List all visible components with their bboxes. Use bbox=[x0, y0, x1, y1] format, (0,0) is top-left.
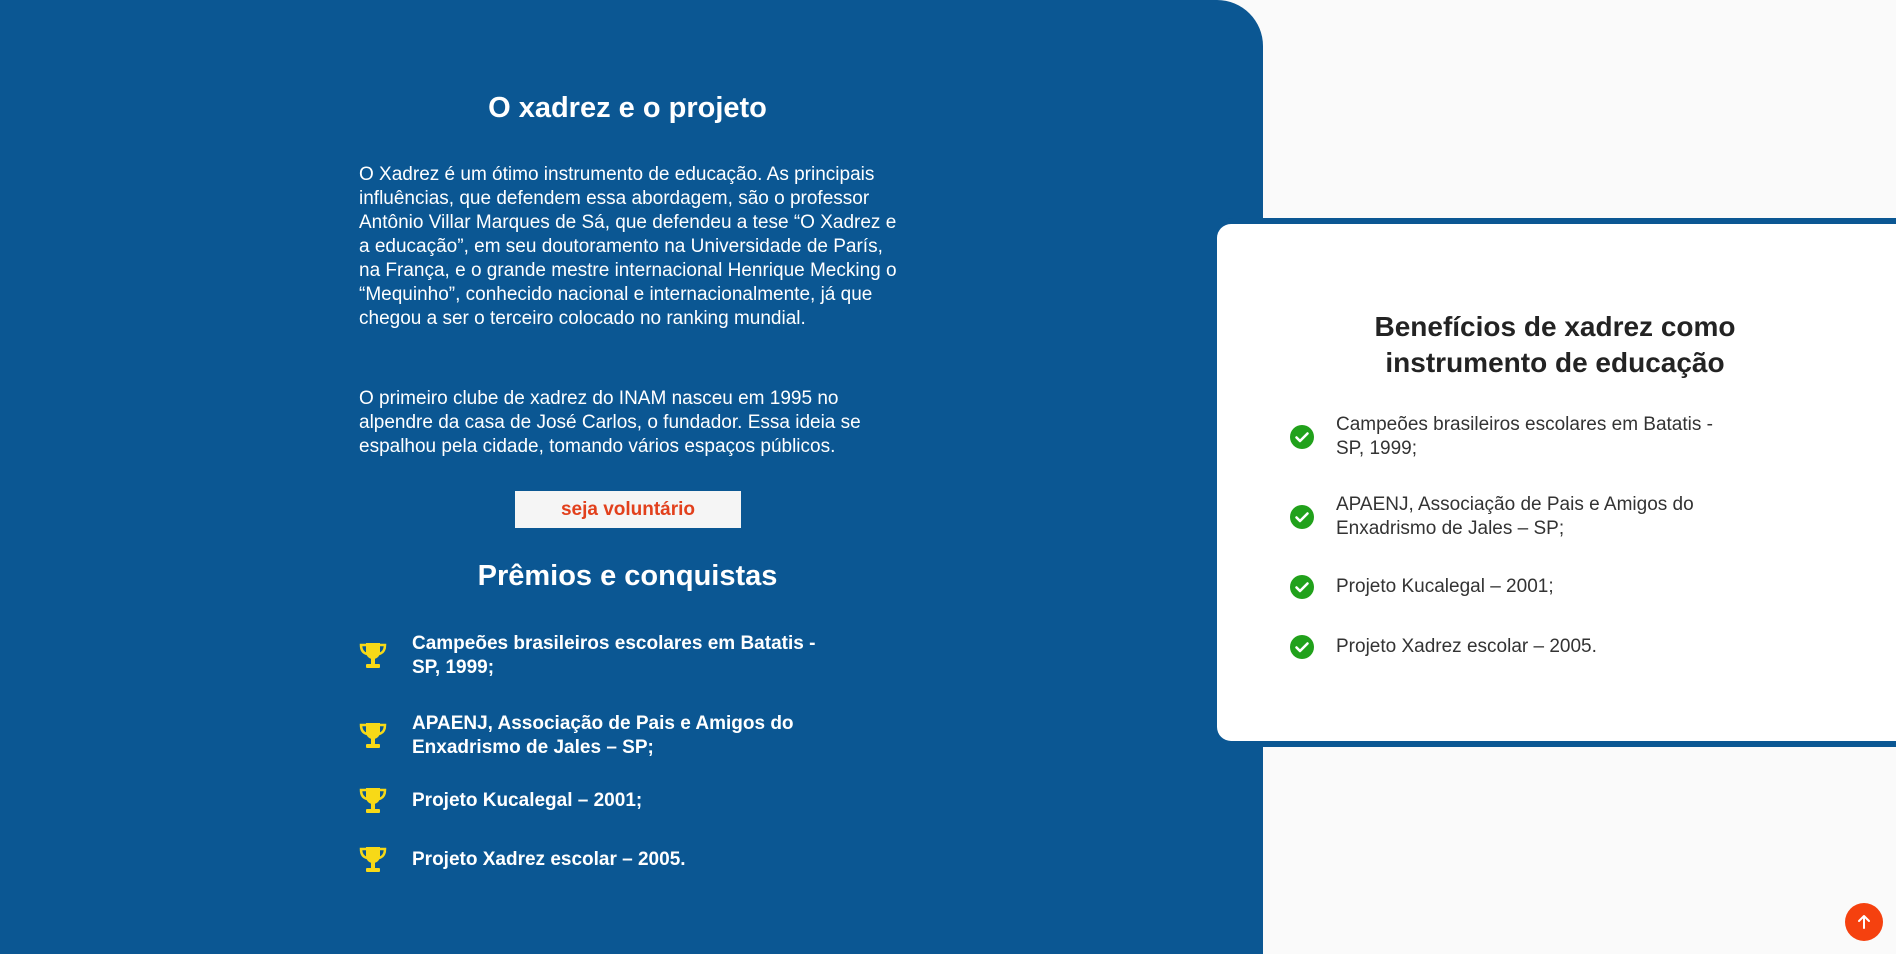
award-label: Projeto Kucalegal – 2001; bbox=[412, 790, 643, 811]
award-item: APAENJ, Associação de Pais e Amigos do E… bbox=[359, 712, 829, 760]
benefit-label: Projeto Xadrez escolar – 2005. bbox=[1336, 636, 1597, 657]
volunteer-button[interactable]: seja voluntário bbox=[515, 491, 741, 528]
check-circle-icon bbox=[1290, 635, 1314, 659]
trophy-icon bbox=[359, 847, 387, 872]
benefit-item: APAENJ, Associação de Pais e Amigos do E… bbox=[1289, 493, 1739, 541]
check-circle-icon bbox=[1290, 505, 1314, 529]
scroll-to-top-button[interactable] bbox=[1845, 903, 1883, 941]
trophy-icon bbox=[359, 788, 387, 813]
benefits-card-body bbox=[1217, 224, 1896, 741]
benefits-card bbox=[1217, 218, 1896, 747]
about-paragraph-1: O Xadrez é um ótimo instrumento de educa… bbox=[359, 164, 897, 329]
award-label: Campeões brasileiros escolares em Batati… bbox=[412, 633, 816, 678]
benefit-label: Campeões brasileiros escolares em Batati… bbox=[1336, 414, 1713, 459]
award-item: Campeões brasileiros escolares em Batati… bbox=[359, 632, 829, 680]
benefit-label: Projeto Kucalegal – 2001; bbox=[1336, 576, 1554, 597]
trophy-icon bbox=[359, 723, 387, 748]
about-title: O xadrez e o projeto bbox=[488, 92, 767, 124]
arrow-up-icon bbox=[1858, 915, 1870, 929]
benefit-item: Campeões brasileiros escolares em Batati… bbox=[1289, 413, 1739, 461]
award-label: Projeto Xadrez escolar – 2005. bbox=[412, 849, 686, 870]
about-paragraph-2: O primeiro clube de xadrez do INAM nasce… bbox=[359, 388, 861, 457]
check-circle-icon bbox=[1290, 575, 1314, 599]
benefit-item: Projeto Xadrez escolar – 2005. bbox=[1289, 634, 1739, 660]
benefit-label: APAENJ, Associação de Pais e Amigos do E… bbox=[1336, 494, 1694, 539]
awards-title: Prêmios e conquistas bbox=[477, 560, 778, 592]
award-item: Projeto Kucalegal – 2001; bbox=[359, 786, 829, 816]
benefit-item: Projeto Kucalegal – 2001; bbox=[1289, 574, 1739, 600]
award-item: Projeto Xadrez escolar – 2005. bbox=[359, 845, 829, 875]
trophy-icon bbox=[359, 643, 387, 668]
check-circle-icon bbox=[1290, 425, 1314, 449]
award-label: APAENJ, Associação de Pais e Amigos do E… bbox=[412, 713, 794, 758]
benefits-title: Benefícios de xadrez como instrumento de… bbox=[1374, 311, 1736, 378]
